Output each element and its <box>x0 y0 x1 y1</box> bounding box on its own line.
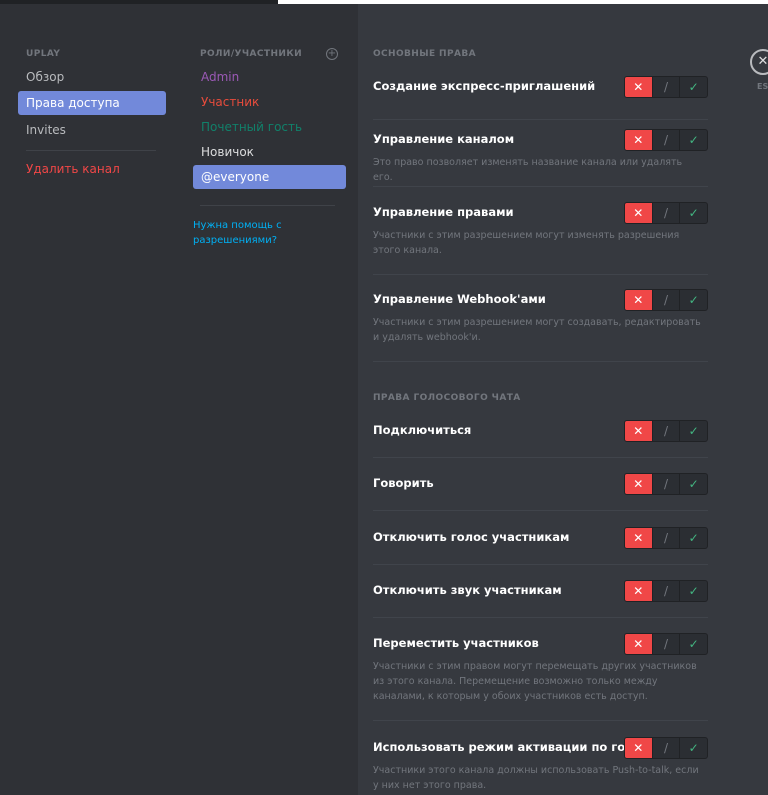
deny-icon[interactable]: ✕ <box>625 634 652 654</box>
neutral-icon[interactable]: / <box>651 581 681 601</box>
perm-title-manage-permissions: Управление правами <box>373 205 514 219</box>
allow-icon[interactable]: ✓ <box>680 77 707 97</box>
neutral-icon[interactable]: / <box>651 130 681 150</box>
toggle-voice-activity[interactable]: ✕ / ✓ <box>624 737 708 759</box>
perm-title-mute-members: Отключить голос участникам <box>373 530 570 544</box>
roles-divider <box>200 205 335 206</box>
perm-desc-voice-activity: Участники этого канала должны использова… <box>373 765 699 791</box>
allow-icon[interactable]: ✓ <box>680 634 707 654</box>
permissions-main: ОСНОВНЫЕ ПРАВА Создание экспресс-приглаш… <box>358 4 768 795</box>
neutral-icon[interactable]: / <box>651 203 681 223</box>
add-role-icon[interactable]: + <box>326 48 338 60</box>
delete-channel-button[interactable]: Удалить канал <box>18 157 166 181</box>
neutral-icon[interactable]: / <box>651 77 681 97</box>
perm-title-create-invite: Создание экспресс-приглашений <box>373 79 596 93</box>
sidebar-header: UPLAY <box>26 49 61 59</box>
general-permissions-header: ОСНОВНЫЕ ПРАВА <box>373 49 476 59</box>
settings-sidebar: UPLAY Обзор Права доступа Invites Удалит… <box>0 4 178 795</box>
sidebar-item-invites[interactable]: Invites <box>18 118 166 142</box>
deny-icon[interactable]: ✕ <box>625 203 652 223</box>
permissions-help-link[interactable]: Нужна помощь с разрешениями? <box>193 218 313 248</box>
allow-icon[interactable]: ✓ <box>680 130 707 150</box>
deny-icon[interactable]: ✕ <box>625 474 652 494</box>
row-divider <box>373 274 708 275</box>
allow-icon[interactable]: ✓ <box>680 290 707 310</box>
row-divider <box>373 457 708 458</box>
perm-desc-move-members: Участники с этим правом могут перемещать… <box>373 661 697 702</box>
allow-icon[interactable]: ✓ <box>680 581 707 601</box>
allow-icon[interactable]: ✓ <box>680 474 707 494</box>
sidebar-item-permissions[interactable]: Права доступа <box>18 91 166 115</box>
sidebar-divider <box>26 150 156 151</box>
allow-icon[interactable]: ✓ <box>680 738 707 758</box>
allow-icon[interactable]: ✓ <box>680 421 707 441</box>
deny-icon[interactable]: ✕ <box>625 290 652 310</box>
row-divider <box>373 361 708 362</box>
row-divider <box>373 510 708 511</box>
neutral-icon[interactable]: / <box>651 290 681 310</box>
deny-icon[interactable]: ✕ <box>625 130 652 150</box>
role-item-everyone[interactable]: @everyone <box>193 165 346 189</box>
perm-desc-manage-permissions: Участники с этим разрешением могут измен… <box>373 230 680 256</box>
neutral-icon[interactable]: / <box>651 738 681 758</box>
deny-icon[interactable]: ✕ <box>625 421 652 441</box>
perm-title-manage-channel: Управление каналом <box>373 132 515 146</box>
role-item-newbie[interactable]: Новичок <box>193 140 346 164</box>
neutral-icon[interactable]: / <box>651 421 681 441</box>
neutral-icon[interactable]: / <box>651 528 681 548</box>
toggle-move-members[interactable]: ✕ / ✓ <box>624 633 708 655</box>
row-divider <box>373 119 708 120</box>
roles-panel: РОЛИ/УЧАСТНИКИ + Admin Участник Почетный… <box>178 4 358 795</box>
role-item-member[interactable]: Участник <box>193 90 346 114</box>
deny-icon[interactable]: ✕ <box>625 528 652 548</box>
voice-permissions-header: ПРАВА ГОЛОСОВОГО ЧАТА <box>373 393 521 403</box>
perm-title-manage-webhooks: Управление Webhook'ами <box>373 292 546 306</box>
toggle-mute-members[interactable]: ✕ / ✓ <box>624 527 708 549</box>
perm-title-voice-activity: Использовать режим активации по голосу <box>373 740 656 754</box>
sidebar-item-overview[interactable]: Обзор <box>18 65 166 89</box>
toggle-connect[interactable]: ✕ / ✓ <box>624 420 708 442</box>
esc-label: ESC <box>757 82 768 91</box>
perm-title-deafen-members: Отключить звук участникам <box>373 583 562 597</box>
neutral-icon[interactable]: / <box>651 634 681 654</box>
toggle-create-invite[interactable]: ✕ / ✓ <box>624 76 708 98</box>
roles-header: РОЛИ/УЧАСТНИКИ <box>200 49 303 59</box>
perm-title-move-members: Переместить участников <box>373 636 539 650</box>
deny-icon[interactable]: ✕ <box>625 581 652 601</box>
perm-desc-manage-webhooks: Участники с этим разрешением могут созда… <box>373 317 701 343</box>
allow-icon[interactable]: ✓ <box>680 528 707 548</box>
toggle-manage-channel[interactable]: ✕ / ✓ <box>624 129 708 151</box>
row-divider <box>373 617 708 618</box>
row-divider <box>373 720 708 721</box>
role-item-admin[interactable]: Admin <box>193 65 346 89</box>
toggle-manage-permissions[interactable]: ✕ / ✓ <box>624 202 708 224</box>
role-item-honored-guest[interactable]: Почетный гость <box>193 115 346 139</box>
perm-title-connect: Подключиться <box>373 423 472 437</box>
perm-desc-manage-channel: Это право позволяет изменять название ка… <box>373 157 683 183</box>
toggle-manage-webhooks[interactable]: ✕ / ✓ <box>624 289 708 311</box>
row-divider <box>373 186 708 187</box>
toggle-speak[interactable]: ✕ / ✓ <box>624 473 708 495</box>
allow-icon[interactable]: ✓ <box>680 203 707 223</box>
neutral-icon[interactable]: / <box>651 474 681 494</box>
deny-icon[interactable]: ✕ <box>625 738 652 758</box>
perm-title-speak: Говорить <box>373 476 434 490</box>
row-divider <box>373 564 708 565</box>
deny-icon[interactable]: ✕ <box>625 77 652 97</box>
toggle-deafen-members[interactable]: ✕ / ✓ <box>624 580 708 602</box>
